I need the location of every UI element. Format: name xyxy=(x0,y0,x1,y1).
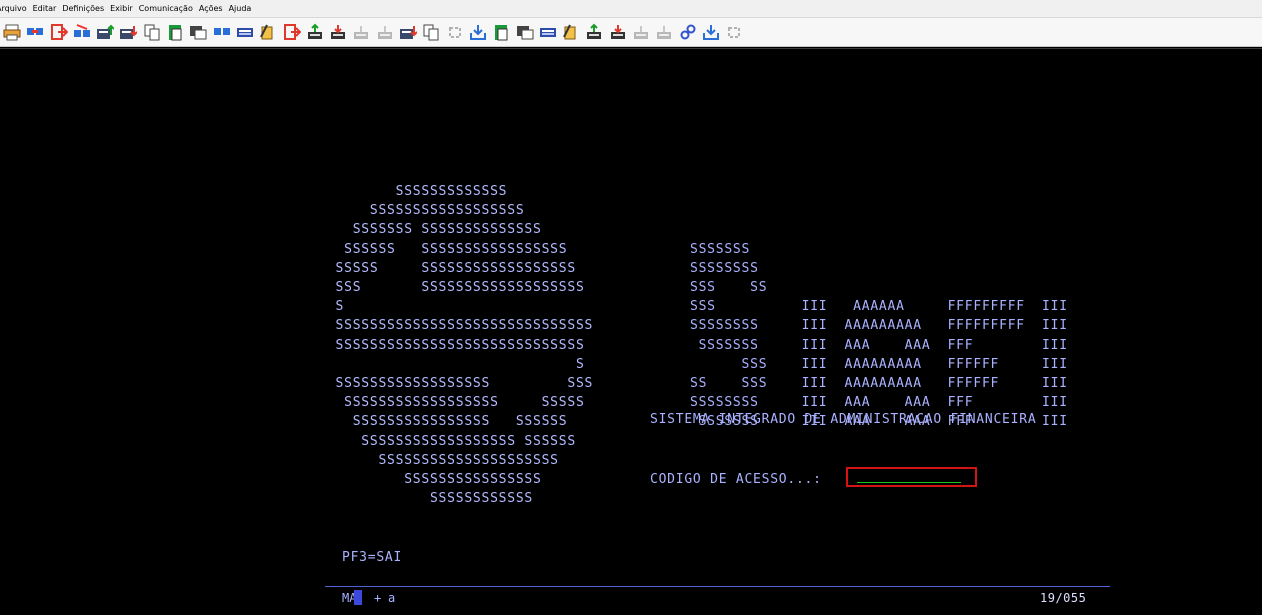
menu-communication[interactable]: Comunicação xyxy=(136,4,196,13)
page-setup-icon[interactable] xyxy=(258,22,278,42)
logo-row: SSSSSSSSSSSSSSSSSSSSSSSSSSSSSS xyxy=(284,318,594,334)
paste-icon[interactable] xyxy=(165,22,185,42)
receive-file-icon[interactable] xyxy=(398,22,418,42)
transfer-down-icon[interactable] xyxy=(328,22,348,42)
send-file-icon[interactable] xyxy=(95,22,115,42)
transfer-down-icon[interactable] xyxy=(608,22,628,42)
cursor-position: 19/055 xyxy=(1040,591,1087,605)
oia-flag: a xyxy=(388,591,396,605)
transfer-disabled-icon[interactable] xyxy=(375,22,395,42)
logo-row: SSSSS SSSSSSSSSSSSSSSSSS xyxy=(284,260,576,276)
logo-row: S xyxy=(284,356,585,372)
menu-bar: Arquivo Editar Definições Exibir Comunic… xyxy=(0,0,1262,18)
siafi-row: SSSSSSS xyxy=(690,241,751,257)
refresh-disabled-icon[interactable] xyxy=(724,22,744,42)
menu-actions[interactable]: Ações xyxy=(196,4,226,13)
menu-edit[interactable]: Editar xyxy=(30,4,60,13)
copy-icon[interactable] xyxy=(421,22,441,42)
exit-icon[interactable] xyxy=(49,22,69,42)
logo-row: SSSSSS SSSSSSSSSSSSSSSSS xyxy=(284,241,568,257)
oia-separator xyxy=(325,586,1110,587)
logo-row: SSSSSSSSSSSSSSSSSS xyxy=(284,203,525,219)
disconnect-icon[interactable] xyxy=(72,22,92,42)
quit-icon[interactable] xyxy=(282,22,302,42)
pf3-exit-hint: PF3=SAI xyxy=(342,550,403,565)
keyboard-icon[interactable] xyxy=(538,22,558,42)
session-icon[interactable] xyxy=(212,22,232,42)
refresh-disabled-icon[interactable] xyxy=(445,22,465,42)
keyboard-icon[interactable] xyxy=(235,22,255,42)
siafi-row: SSSSSSSS III AAA AAA FFF III xyxy=(690,395,1068,411)
menu-help[interactable]: Ajuda xyxy=(226,4,255,13)
oia-plus: + xyxy=(374,591,382,605)
paste-icon[interactable] xyxy=(491,22,511,42)
connect-icon[interactable] xyxy=(25,22,45,42)
transfer-disabled-icon[interactable] xyxy=(351,22,371,42)
input-underline xyxy=(857,482,961,483)
macro-icon[interactable] xyxy=(188,22,208,42)
oia-cursor-block xyxy=(354,590,362,605)
logo-row: SSSSSSSSSSSSSSSSSS SSSSS xyxy=(284,395,585,411)
siafi-row: SSS III AAAAAA FFFFFFFFF III xyxy=(690,299,1068,315)
siafi-row: SSSSSSSS III AAAAAAAAA FFFFFFFFF III xyxy=(690,318,1068,334)
siafi-row: SSSSSSSS xyxy=(690,260,759,276)
link-icon[interactable] xyxy=(678,22,698,42)
toolbar xyxy=(0,18,1262,47)
siafi-row: SSSSSSS III AAA AAA FFF III xyxy=(690,337,1068,353)
menu-file[interactable]: Arquivo xyxy=(0,4,30,13)
menu-view[interactable]: Exibir xyxy=(107,4,136,13)
terminal-screen[interactable]: SSSSSSSSSSSSS SSSSSSSSSSSSSSSSSS SSSSSSS… xyxy=(0,49,1262,615)
logo-row: SSSSSSSSSSSS xyxy=(284,491,534,507)
menu-settings[interactable]: Definições xyxy=(59,4,107,13)
receive-file-icon[interactable] xyxy=(118,22,138,42)
siafi-row: SS SSS III AAAAAAAAA FFFFFF III xyxy=(690,376,1068,391)
logo-row: SSSSSSSSSSSSSSSS SSSSSS xyxy=(284,414,568,430)
download-icon[interactable] xyxy=(468,22,488,42)
logo-row: SSSSSSS SSSSSSSSSSSSSS xyxy=(284,222,542,238)
copy-icon[interactable] xyxy=(142,22,162,42)
logo-row: SSSSSSSSSSSSSSSSSS SSS xyxy=(284,376,594,391)
logo-row: SSSSSSSSSSSSSSSSSS SSSSSS xyxy=(284,433,576,449)
page-setup-icon[interactable] xyxy=(561,22,581,42)
logo-row: SSSSSSSSSSSSSSSSSSSSS xyxy=(284,452,559,468)
transfer-up-icon[interactable] xyxy=(584,22,604,42)
transfer-disabled-icon[interactable] xyxy=(654,22,674,42)
access-code-label: CODIGO DE ACESSO...: xyxy=(650,472,822,487)
logo-row: SSS SSSSSSSSSSSSSSSSSSS xyxy=(284,280,585,295)
download-icon[interactable] xyxy=(701,22,721,42)
siafi-row: SSS SS xyxy=(690,280,768,295)
transfer-disabled-icon[interactable] xyxy=(631,22,651,42)
logo-row: SSSSSSSSSSSSSSSS xyxy=(284,472,542,487)
logo-row: SSSSSSSSSSSSS xyxy=(284,184,508,199)
access-code-input[interactable] xyxy=(846,467,977,487)
printer-icon[interactable] xyxy=(2,22,22,42)
siafi-row: SSS III AAAAAAAAA FFFFFF III xyxy=(690,356,1068,372)
system-title: SISTEMA INTEGRADO DE ADMINISTRACAO FINAN… xyxy=(650,412,1037,427)
macro-icon[interactable] xyxy=(515,22,535,42)
transfer-up-icon[interactable] xyxy=(305,22,325,42)
logo-row: S xyxy=(284,299,345,315)
logo-row: SSSSSSSSSSSSSSSSSSSSSSSSSSSSS xyxy=(284,337,585,353)
